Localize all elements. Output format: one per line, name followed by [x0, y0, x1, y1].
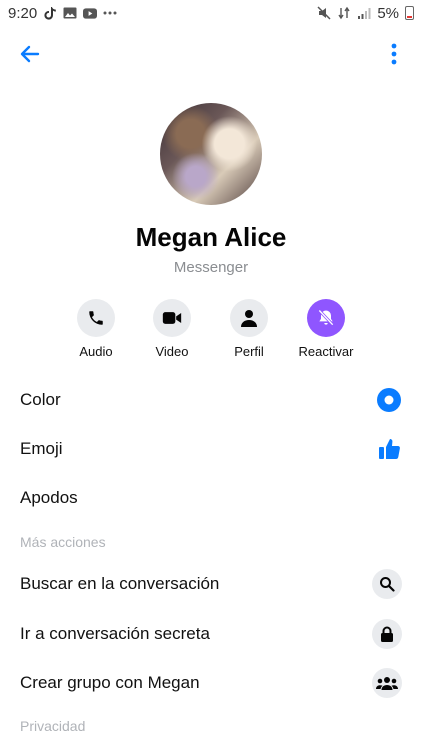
back-button[interactable] [14, 38, 46, 70]
profile-subtitle: Messenger [173, 259, 249, 276]
reactivate-label: Reactivar [298, 344, 354, 359]
profile-label: Perfil [234, 344, 264, 359]
color-row[interactable]: Color [0, 380, 422, 420]
create-group-row[interactable]: Crear grupo con Megan [0, 663, 422, 703]
more-actions-header: Más acciones [20, 534, 106, 550]
status-bar-right: 5% [317, 5, 414, 22]
profile-button[interactable]: Perfil [209, 299, 289, 359]
search-conversation-label: Buscar en la conversación [20, 574, 220, 593]
video-call-circle[interactable] [153, 299, 191, 337]
image-icon [63, 6, 77, 20]
lock-icon [381, 626, 393, 642]
search-conversation-row[interactable]: Buscar en la conversación [0, 564, 422, 604]
profile-name: Megan Alice [135, 222, 287, 252]
more-options-button[interactable] [382, 38, 406, 70]
status-bar: 9:20 5% [0, 0, 422, 26]
search-button[interactable] [372, 569, 402, 599]
signal-icon [357, 6, 371, 20]
thumbs-up-icon [379, 439, 400, 460]
tiktok-icon [43, 6, 57, 20]
battery-percentage: 5% [377, 4, 399, 22]
status-time: 9:20 [8, 4, 38, 22]
nicknames-row[interactable]: Apodos [0, 478, 422, 518]
group-button[interactable] [372, 668, 402, 698]
person-icon [241, 310, 257, 327]
search-icon [380, 577, 395, 592]
profile-circle[interactable] [230, 299, 268, 337]
color-label: Color [20, 390, 61, 409]
arrow-left-icon [20, 45, 40, 63]
phone-icon [89, 311, 103, 325]
reactivate-circle[interactable] [307, 299, 345, 337]
audio-label: Audio [79, 344, 113, 359]
privacy-header: Privacidad [20, 718, 86, 734]
video-label: Video [155, 344, 189, 359]
youtube-icon [83, 6, 98, 20]
video-camera-icon [162, 312, 182, 324]
more-vertical-icon [391, 43, 397, 65]
audio-call-circle[interactable] [77, 299, 115, 337]
audio-call-button[interactable]: Audio [56, 299, 136, 359]
avatar[interactable] [160, 103, 262, 205]
color-dot-icon [377, 388, 401, 412]
video-call-button[interactable]: Video [132, 299, 212, 359]
lock-button[interactable] [372, 619, 402, 649]
group-icon [376, 677, 398, 690]
app-bar [0, 36, 422, 72]
emoji-label: Emoji [20, 439, 63, 458]
reactivate-button[interactable]: Reactivar [286, 299, 366, 359]
quick-actions: Audio Video Perfil Reactivar [0, 299, 422, 365]
emoji-row[interactable]: Emoji [0, 429, 422, 469]
create-group-label: Crear grupo con Megan [20, 673, 200, 692]
mute-icon [317, 6, 331, 20]
status-bar-left: 9:20 [8, 5, 117, 22]
more-dots-icon [103, 6, 117, 20]
bell-off-icon [318, 309, 334, 326]
battery-icon [405, 6, 414, 20]
secret-conversation-label: Ir a conversación secreta [20, 624, 210, 643]
data-icon [337, 6, 351, 20]
nicknames-label: Apodos [20, 488, 78, 507]
secret-conversation-row[interactable]: Ir a conversación secreta [0, 614, 422, 654]
